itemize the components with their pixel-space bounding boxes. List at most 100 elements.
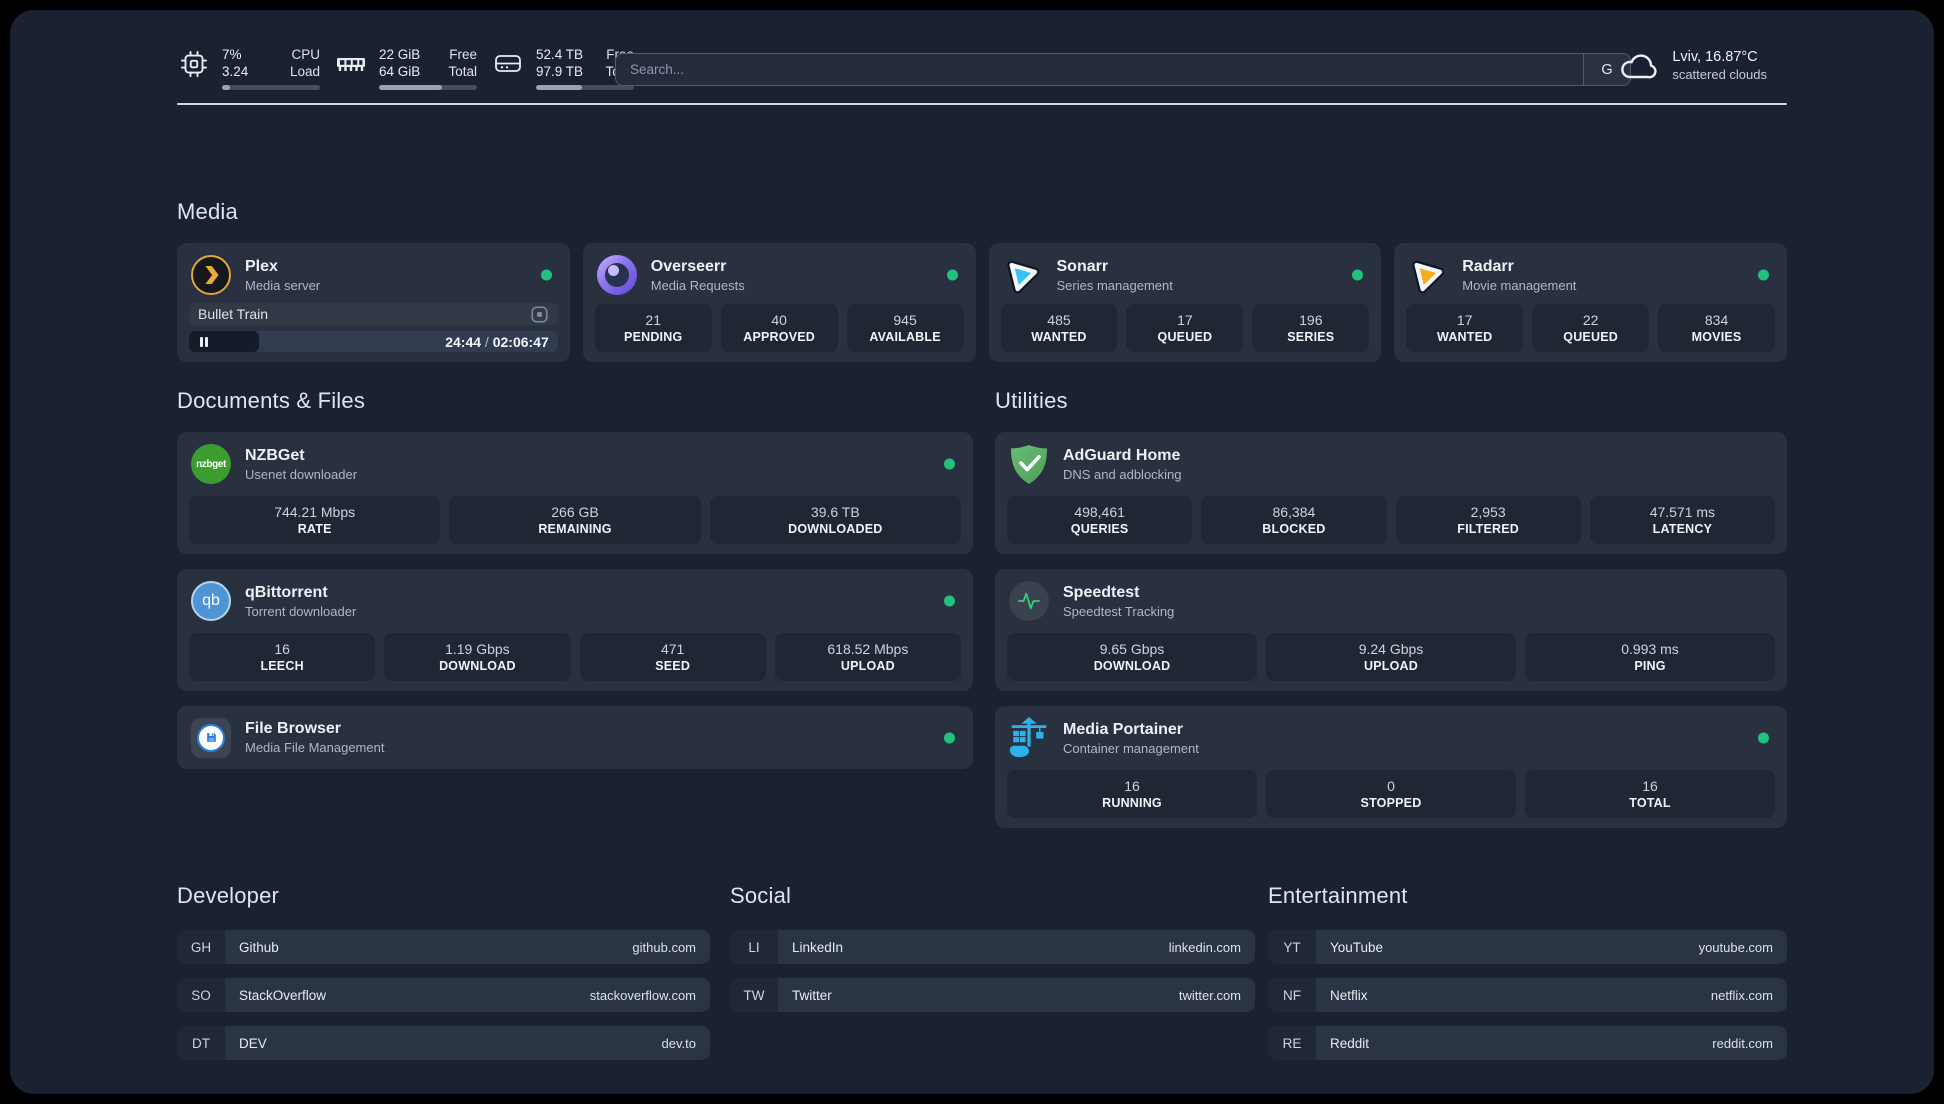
stat-tile: 39.6 TB DOWNLOADED	[709, 496, 961, 544]
card-header: nzbget NZBGet Usenet downloader	[189, 442, 961, 486]
link-twitter[interactable]: TW Twitter twitter.com	[730, 978, 1255, 1012]
section-title-utilities: Utilities	[995, 388, 1068, 413]
link-stackoverflow[interactable]: SO StackOverflow stackoverflow.com	[177, 978, 710, 1012]
stat-tile-value: 21	[645, 312, 661, 328]
stat-tile-value: 16	[274, 641, 290, 657]
service-name: File Browser	[245, 720, 342, 737]
section-title-social: Social	[730, 883, 792, 908]
service-card-sonarr[interactable]: Sonarr Series management 485 WANTED 17 QUEUED…	[988, 243, 1382, 362]
playback-elapsed: 24:44	[445, 333, 482, 350]
weather-widget: Lviv, 16.87°C scattered clouds	[1616, 48, 1767, 83]
playback-progress-bar: 24:44 / 02:06:47	[189, 331, 558, 352]
service-name: Plex	[245, 257, 278, 275]
overseerr-icon	[595, 253, 639, 297]
link-body: StackOverflow stackoverflow.com	[225, 978, 710, 1012]
service-card-plex[interactable]: Plex Media server Bullet Train 24:44 / 02:0…	[177, 243, 570, 362]
stat-tile-label: LEECH	[260, 659, 304, 673]
link-url: linkedin.com	[1168, 939, 1241, 955]
service-subtitle: Movie management	[1462, 277, 1577, 293]
stat-value: 64 GiB	[379, 64, 421, 79]
service-card-media-portainer[interactable]: Media Portainer Container management 16 RUN…	[995, 706, 1787, 828]
status-dot	[944, 595, 955, 607]
service-name: Radarr	[1462, 257, 1514, 275]
search-input[interactable]	[616, 54, 1583, 85]
card-header: Speedtest Speedtest Tracking	[1007, 579, 1775, 623]
link-url: netflix.com	[1710, 987, 1773, 1003]
status-dot	[1758, 732, 1769, 744]
cloud-icon	[1616, 49, 1660, 83]
link-linkedin[interactable]: LI LinkedIn linkedin.com	[730, 930, 1255, 964]
service-subtitle: Media Requests	[650, 277, 745, 293]
stat-tile-label: SERIES	[1287, 330, 1335, 344]
service-name: AdGuard Home	[1063, 446, 1181, 464]
stat-tile-value: 498,461	[1074, 504, 1125, 520]
stat-tile-label: REMAINING	[538, 522, 612, 536]
service-card-overseerr[interactable]: Overseerr Media Requests 21 PENDING 40 APPROV…	[582, 243, 976, 362]
weather-location-temp: Lviv, 16.87°C	[1672, 49, 1758, 65]
stat-tile: 9.65 Gbps DOWNLOAD	[1007, 633, 1257, 681]
service-card-qbittorrent[interactable]: qb qBittorrent Torrent downloader 16 LEECH 1.…	[177, 569, 973, 691]
search-bar: G	[615, 53, 1631, 86]
portainer-icon	[1007, 716, 1051, 760]
system-stat-body: 7% 3.24 CPU Load	[222, 46, 320, 90]
link-url: youtube.com	[1698, 939, 1773, 955]
adguard-icon	[1007, 442, 1051, 486]
speedtest-icon	[1007, 579, 1051, 623]
stat-tile-label: DOWNLOADED	[788, 522, 883, 536]
stat-progress-fill	[536, 85, 583, 90]
stat-value: 97.9 TB	[536, 64, 584, 79]
disk-icon	[491, 49, 525, 79]
stat-tile-value: 1.19 Gbps	[445, 641, 510, 657]
sonarr-icon	[1001, 253, 1045, 297]
stat-tile-value: 16	[1124, 778, 1140, 794]
service-card-radarr[interactable]: Radarr Movie management 17 WANTED 22 QUEUED 83…	[1394, 243, 1787, 362]
stat-progress-fill	[222, 85, 230, 90]
service-card-speedtest[interactable]: Speedtest Speedtest Tracking 9.65 Gbps DOWN…	[995, 569, 1787, 691]
stat-tile: 945 AVAILABLE	[846, 304, 964, 352]
service-card-file-browser[interactable]: File Browser Media File Management	[177, 706, 973, 769]
card-header: File Browser Media File Management	[189, 716, 961, 760]
link-name: StackOverflow	[239, 987, 327, 1003]
status-dot	[540, 269, 552, 281]
stat-tiles: 17 WANTED 22 QUEUED 834 MOVIES	[1406, 304, 1776, 352]
link-body: Reddit reddit.com	[1316, 1026, 1787, 1060]
stat-tile-label: SEED	[655, 659, 691, 673]
service-subtitle: Media File Management	[245, 740, 385, 755]
link-dev[interactable]: DT DEV dev.to	[177, 1026, 710, 1060]
stat-tile-label: UPLOAD	[840, 659, 895, 673]
service-card-adguard-home[interactable]: AdGuard Home DNS and adblocking 498,461 QUE…	[995, 432, 1787, 554]
stat-tile: 16 LEECH	[189, 633, 376, 681]
link-netflix[interactable]: NF Netflix netflix.com	[1268, 978, 1787, 1012]
stat-tile-label: AVAILABLE	[869, 330, 941, 344]
stat-tile: 744.21 Mbps RATE	[189, 496, 441, 544]
search-engine-label: G	[1601, 61, 1613, 78]
service-card-nzbget[interactable]: nzbget NZBGet Usenet downloader 744.21 Mbps…	[177, 432, 973, 554]
link-youtube[interactable]: YT YouTube youtube.com	[1268, 930, 1787, 964]
card-header: AdGuard Home DNS and adblocking	[1007, 442, 1775, 486]
service-subtitle: Container management	[1063, 740, 1199, 756]
link-github[interactable]: GH Github github.com	[177, 930, 710, 964]
service-subtitle: Series management	[1056, 277, 1173, 293]
link-reddit[interactable]: RE Reddit reddit.com	[1268, 1026, 1787, 1060]
weather-condition: scattered clouds	[1672, 67, 1767, 82]
playback-time: 24:44 / 02:06:47	[445, 334, 558, 350]
stat-tile-label: DOWNLOAD	[1093, 659, 1171, 673]
stat-tile-value: 86,384	[1272, 504, 1316, 520]
stat-tile: 0 STOPPED	[1266, 770, 1516, 818]
cast-icon	[530, 305, 549, 324]
link-name: YouTube	[1330, 939, 1384, 955]
stat-tile-value: 39.6 TB	[810, 504, 860, 520]
ram-icon	[334, 49, 368, 79]
links-column-developer: Developer GH Github github.com SO StackOverfl…	[177, 882, 710, 1074]
service-name: NZBGet	[245, 446, 305, 464]
stat-tile-value: 22	[1582, 312, 1599, 328]
link-abbr: NF	[1268, 978, 1316, 1012]
documents-column: Documents & Files nzbget NZBGet Usenet dow…	[177, 387, 973, 784]
stat-tile-label: TOTAL	[1629, 796, 1671, 810]
stat-tile: 471 SEED	[579, 633, 766, 681]
pause-icon	[198, 336, 210, 348]
stat-tile-value: 744.21 Mbps	[274, 504, 356, 520]
stat-tile-value: 2,953	[1470, 504, 1506, 520]
stat-tile-value: 471	[660, 641, 685, 657]
media-cards-row: Plex Media server Bullet Train 24:44 / 02:0…	[177, 243, 1787, 362]
